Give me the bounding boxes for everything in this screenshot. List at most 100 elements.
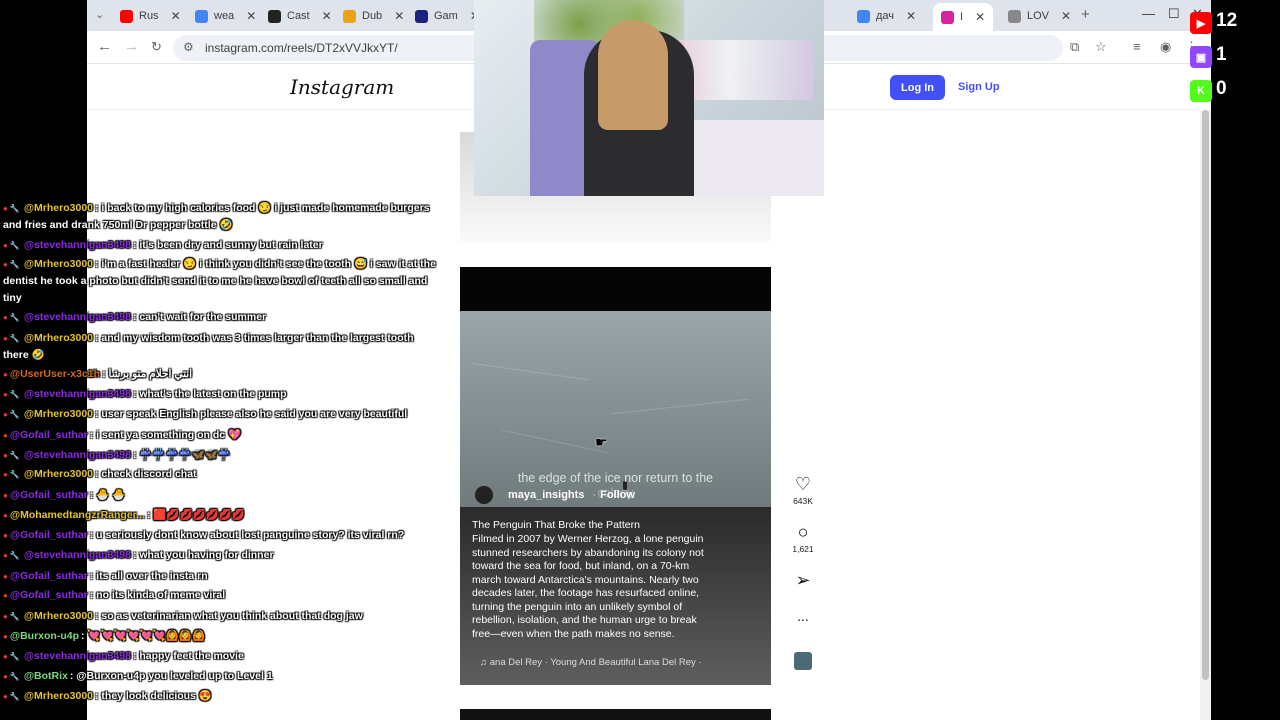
moderator-badge-icon: 🔧 bbox=[9, 390, 20, 399]
tab-label: дач bbox=[876, 10, 895, 22]
chat-username: @Mrhero3000 bbox=[23, 332, 93, 344]
heart-icon[interactable]: ♡ bbox=[787, 474, 819, 495]
figurines-shelf bbox=[674, 40, 814, 100]
tab-label: Dub bbox=[362, 10, 383, 22]
next-reel[interactable] bbox=[460, 709, 771, 720]
chat-text: : so as veterinarian what you think abou… bbox=[95, 610, 363, 622]
tab-1[interactable]: wea ✕ bbox=[195, 4, 256, 28]
viewer-count: 1 bbox=[1216, 44, 1227, 65]
chat-username: @UserUser-x3c1h bbox=[9, 368, 101, 380]
chat-text: : happy feet the movie bbox=[132, 650, 244, 662]
like-count: 643K bbox=[793, 496, 813, 506]
chat-username: @Gofail_suthar bbox=[9, 489, 88, 501]
youtube-icon bbox=[120, 9, 133, 23]
chat-username: @stevehannigan3498 bbox=[23, 449, 131, 461]
new-tab-icon[interactable]: + bbox=[1081, 6, 1090, 23]
more-icon[interactable]: ... bbox=[787, 608, 819, 624]
chat-username: @Mrhero3000 bbox=[23, 468, 93, 480]
platform-badge-icon: ● bbox=[3, 204, 8, 213]
tab-0[interactable]: Rus ✕ bbox=[120, 4, 181, 28]
moderator-badge-icon: 🔧 bbox=[9, 410, 20, 419]
twitch-icon: ▣ bbox=[1190, 46, 1212, 68]
profile-icon[interactable]: ◉ bbox=[1160, 39, 1171, 55]
tab-close-icon[interactable]: ✕ bbox=[246, 9, 256, 23]
tab-search-icon[interactable]: ⌄ bbox=[95, 8, 104, 21]
platform-badge-icon: ● bbox=[3, 470, 8, 479]
login-button[interactable]: Log In bbox=[890, 75, 945, 100]
tab-4[interactable]: Gam✕ bbox=[415, 4, 480, 28]
author-avatar[interactable] bbox=[474, 485, 494, 505]
chat-message: ● 🔧 @Mrhero3000: they look delicious 😍 bbox=[3, 688, 437, 705]
chat-text: : u seriously dont know about lost pangu… bbox=[89, 529, 405, 541]
chat-message: ● @Gofail_suthar: no its kinda of meme vi… bbox=[3, 587, 437, 604]
chat-message: ● 🔧 @stevehannigan3498: ☔☔☔☔🦋🦋☔ bbox=[3, 447, 437, 464]
webcam-overlay bbox=[474, 0, 824, 196]
chat-text: : 🐣 🐣 bbox=[89, 489, 126, 501]
platform-badge-icon: ● bbox=[3, 451, 8, 460]
platform-badge-icon: ● bbox=[3, 390, 8, 399]
author-name[interactable]: maya_insights bbox=[508, 489, 584, 501]
tab-3[interactable]: Dub ✕ bbox=[343, 4, 404, 28]
chat-username: @Gofail_suthar bbox=[9, 589, 88, 601]
instagram-logo[interactable]: Instagram bbox=[290, 75, 394, 99]
audio-label[interactable]: ana Del Rey · Young And Beautiful Lana D… bbox=[490, 657, 702, 668]
platform-badge-icon: ● bbox=[3, 370, 8, 379]
back-icon[interactable]: ← bbox=[97, 38, 112, 55]
viewer-count: 0 bbox=[1216, 78, 1227, 99]
moderator-badge-icon: 🔧 bbox=[9, 551, 20, 560]
tab-close-icon[interactable]: ✕ bbox=[1061, 9, 1071, 23]
chat-text: : it's been dry and sunny but rain later bbox=[132, 239, 323, 251]
tab-media-icon[interactable]: ≡ bbox=[1133, 39, 1141, 54]
tab-close-icon[interactable]: ✕ bbox=[171, 9, 181, 23]
chat-username: @stevehannigan3498 bbox=[23, 239, 131, 251]
reel-audio[interactable]: ♫ ana Del Rey · Young And Beautiful Lana… bbox=[480, 657, 702, 668]
reload-icon[interactable]: ↻ bbox=[151, 39, 162, 55]
tab-6[interactable]: I ✕ bbox=[933, 3, 994, 31]
comment-icon[interactable]: ○ bbox=[787, 522, 819, 543]
maximize-icon[interactable]: ☐ bbox=[1168, 6, 1180, 22]
tab-7[interactable]: LOV ✕ bbox=[1008, 4, 1071, 28]
chat-text: : check discord chat bbox=[95, 468, 197, 480]
tab-5[interactable]: дач ✕ bbox=[857, 4, 916, 28]
reel-video[interactable]: the edge of the ice nor return to the co… bbox=[460, 267, 771, 685]
moderator-badge-icon: 🔧 bbox=[9, 692, 20, 701]
send-icon[interactable]: ➢ bbox=[787, 570, 819, 591]
chat-message: ● @MohamedtangzrRanger...: 🟥💋💋💋💋💋💋 bbox=[3, 507, 437, 524]
chat-message: ● @Gofail_suthar: u seriously dont know a… bbox=[3, 527, 437, 544]
tab-close-icon[interactable]: ✕ bbox=[394, 9, 404, 23]
site-info-icon[interactable]: ⚙ bbox=[183, 40, 194, 54]
platform-badge-icon: ● bbox=[3, 431, 8, 440]
chat-text: : they look delicious 😍 bbox=[95, 690, 212, 702]
chat-username: @Burxon-u4p bbox=[9, 630, 79, 642]
install-app-icon[interactable]: ⧉ bbox=[1070, 39, 1079, 55]
platform-badge-icon: ● bbox=[3, 410, 8, 419]
platform-badge-icon: ● bbox=[3, 511, 8, 520]
scrollbar-thumb[interactable] bbox=[1202, 110, 1209, 680]
comment-action[interactable]: ○ 1,621 bbox=[787, 522, 819, 554]
share-action[interactable]: ➢ bbox=[787, 570, 819, 591]
chat-username: @Mrhero3000 bbox=[23, 690, 93, 702]
tab-label: I bbox=[960, 11, 964, 23]
star-icon bbox=[343, 9, 356, 23]
chat-username: @Mrhero3000 bbox=[23, 202, 93, 214]
platform-badge-icon: ● bbox=[3, 491, 8, 500]
tab-label: Rus bbox=[139, 10, 159, 22]
platform-badge-icon: ● bbox=[3, 551, 8, 560]
more-action[interactable]: ... bbox=[787, 608, 819, 624]
tab-close-icon[interactable]: ✕ bbox=[906, 9, 916, 23]
url-text[interactable]: instagram.com/reels/DT2xVVJkxYT/ bbox=[205, 41, 398, 55]
like-action[interactable]: ♡ 643K bbox=[787, 474, 819, 506]
stream-screen: ⌄ Rus✕wea✕Cast✕Dub✕Gam✕дач✕I✕LOV✕ + — ☐ … bbox=[0, 0, 1280, 720]
tab-close-icon[interactable]: ✕ bbox=[975, 10, 985, 24]
signup-link[interactable]: Sign Up bbox=[958, 81, 1000, 93]
tab-close-icon[interactable]: ✕ bbox=[322, 9, 332, 23]
moderator-badge-icon: 🔧 bbox=[9, 313, 20, 322]
page-scrollbar[interactable] bbox=[1200, 110, 1211, 720]
tab-2[interactable]: Cast ✕ bbox=[268, 4, 332, 28]
game-icon bbox=[415, 9, 428, 23]
follow-button[interactable]: Follow bbox=[600, 489, 635, 501]
minimize-icon[interactable]: — bbox=[1142, 6, 1155, 21]
audio-thumbnail[interactable] bbox=[794, 652, 812, 670]
forward-icon[interactable]: → bbox=[124, 38, 139, 55]
bookmark-star-icon[interactable]: ☆ bbox=[1095, 39, 1107, 55]
